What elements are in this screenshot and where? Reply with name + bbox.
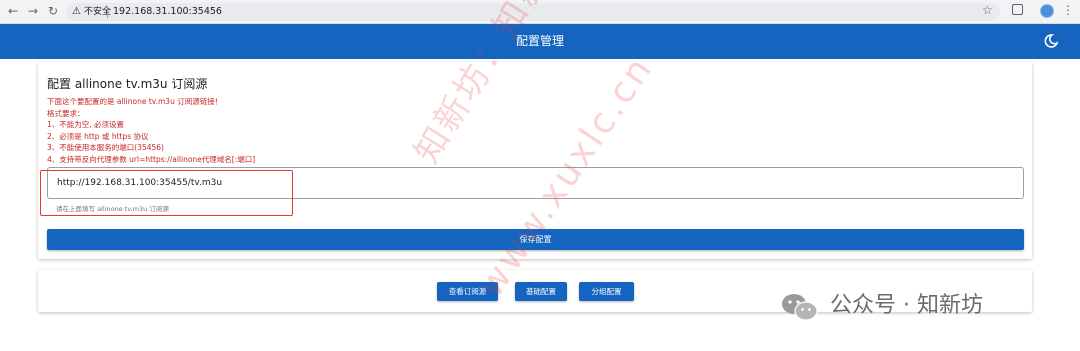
menu-kebab-icon[interactable]: ⋮ — [1062, 3, 1074, 17]
footer-account-text: 公众号 · 知新坊 — [830, 293, 983, 318]
group-config-button[interactable]: 分组配置 — [579, 282, 634, 301]
back-icon[interactable]: ← — [5, 3, 21, 19]
omnibox-divider — [107, 6, 108, 18]
reload-icon[interactable]: ↻ — [45, 3, 61, 19]
app-header: 配置管理 — [0, 24, 1080, 59]
warning-icon[interactable]: ⚠ — [72, 5, 81, 19]
desc-line: 格式要求： — [47, 108, 85, 118]
desc-line: 下面这个要配置的是 allinone tv.m3u 订阅源链接！ — [47, 97, 223, 106]
profile-avatar[interactable] — [1040, 4, 1054, 18]
desc-line: 2、必须是 http 或 https 协议 — [47, 131, 149, 141]
input-value[interactable]: http://192.168.31.100:35455/tv.m3u — [57, 168, 222, 198]
desc-line: 4、支持带反向代理参数 url=https://allinone代理域名[:端口… — [47, 154, 256, 164]
input-hint: 请在上面填写 allinone tv.m3u 订阅源 — [56, 205, 169, 213]
format-requirements: 下面这个要配置的是 allinone tv.m3u 订阅源链接！ 格式要求： 1… — [47, 96, 255, 165]
bookmark-star-icon[interactable]: ☆ — [982, 3, 993, 17]
url-text[interactable]: 192.168.31.100:35456 — [113, 6, 222, 18]
wechat-icon — [782, 294, 818, 321]
desc-line: 3、不能使用本服务的端口(35456) — [47, 143, 164, 152]
card-title: 配置 allinone tv.m3u 订阅源 — [47, 77, 208, 91]
theme-toggle-icon[interactable] — [1044, 34, 1058, 48]
desc-line: 1、不能为空, 必须设置 — [47, 120, 125, 129]
extensions-icon[interactable] — [1012, 4, 1023, 15]
page-title: 配置管理 — [515, 34, 564, 48]
basic-config-button[interactable]: 基础配置 — [515, 282, 567, 301]
forward-icon[interactable]: → — [25, 3, 41, 19]
